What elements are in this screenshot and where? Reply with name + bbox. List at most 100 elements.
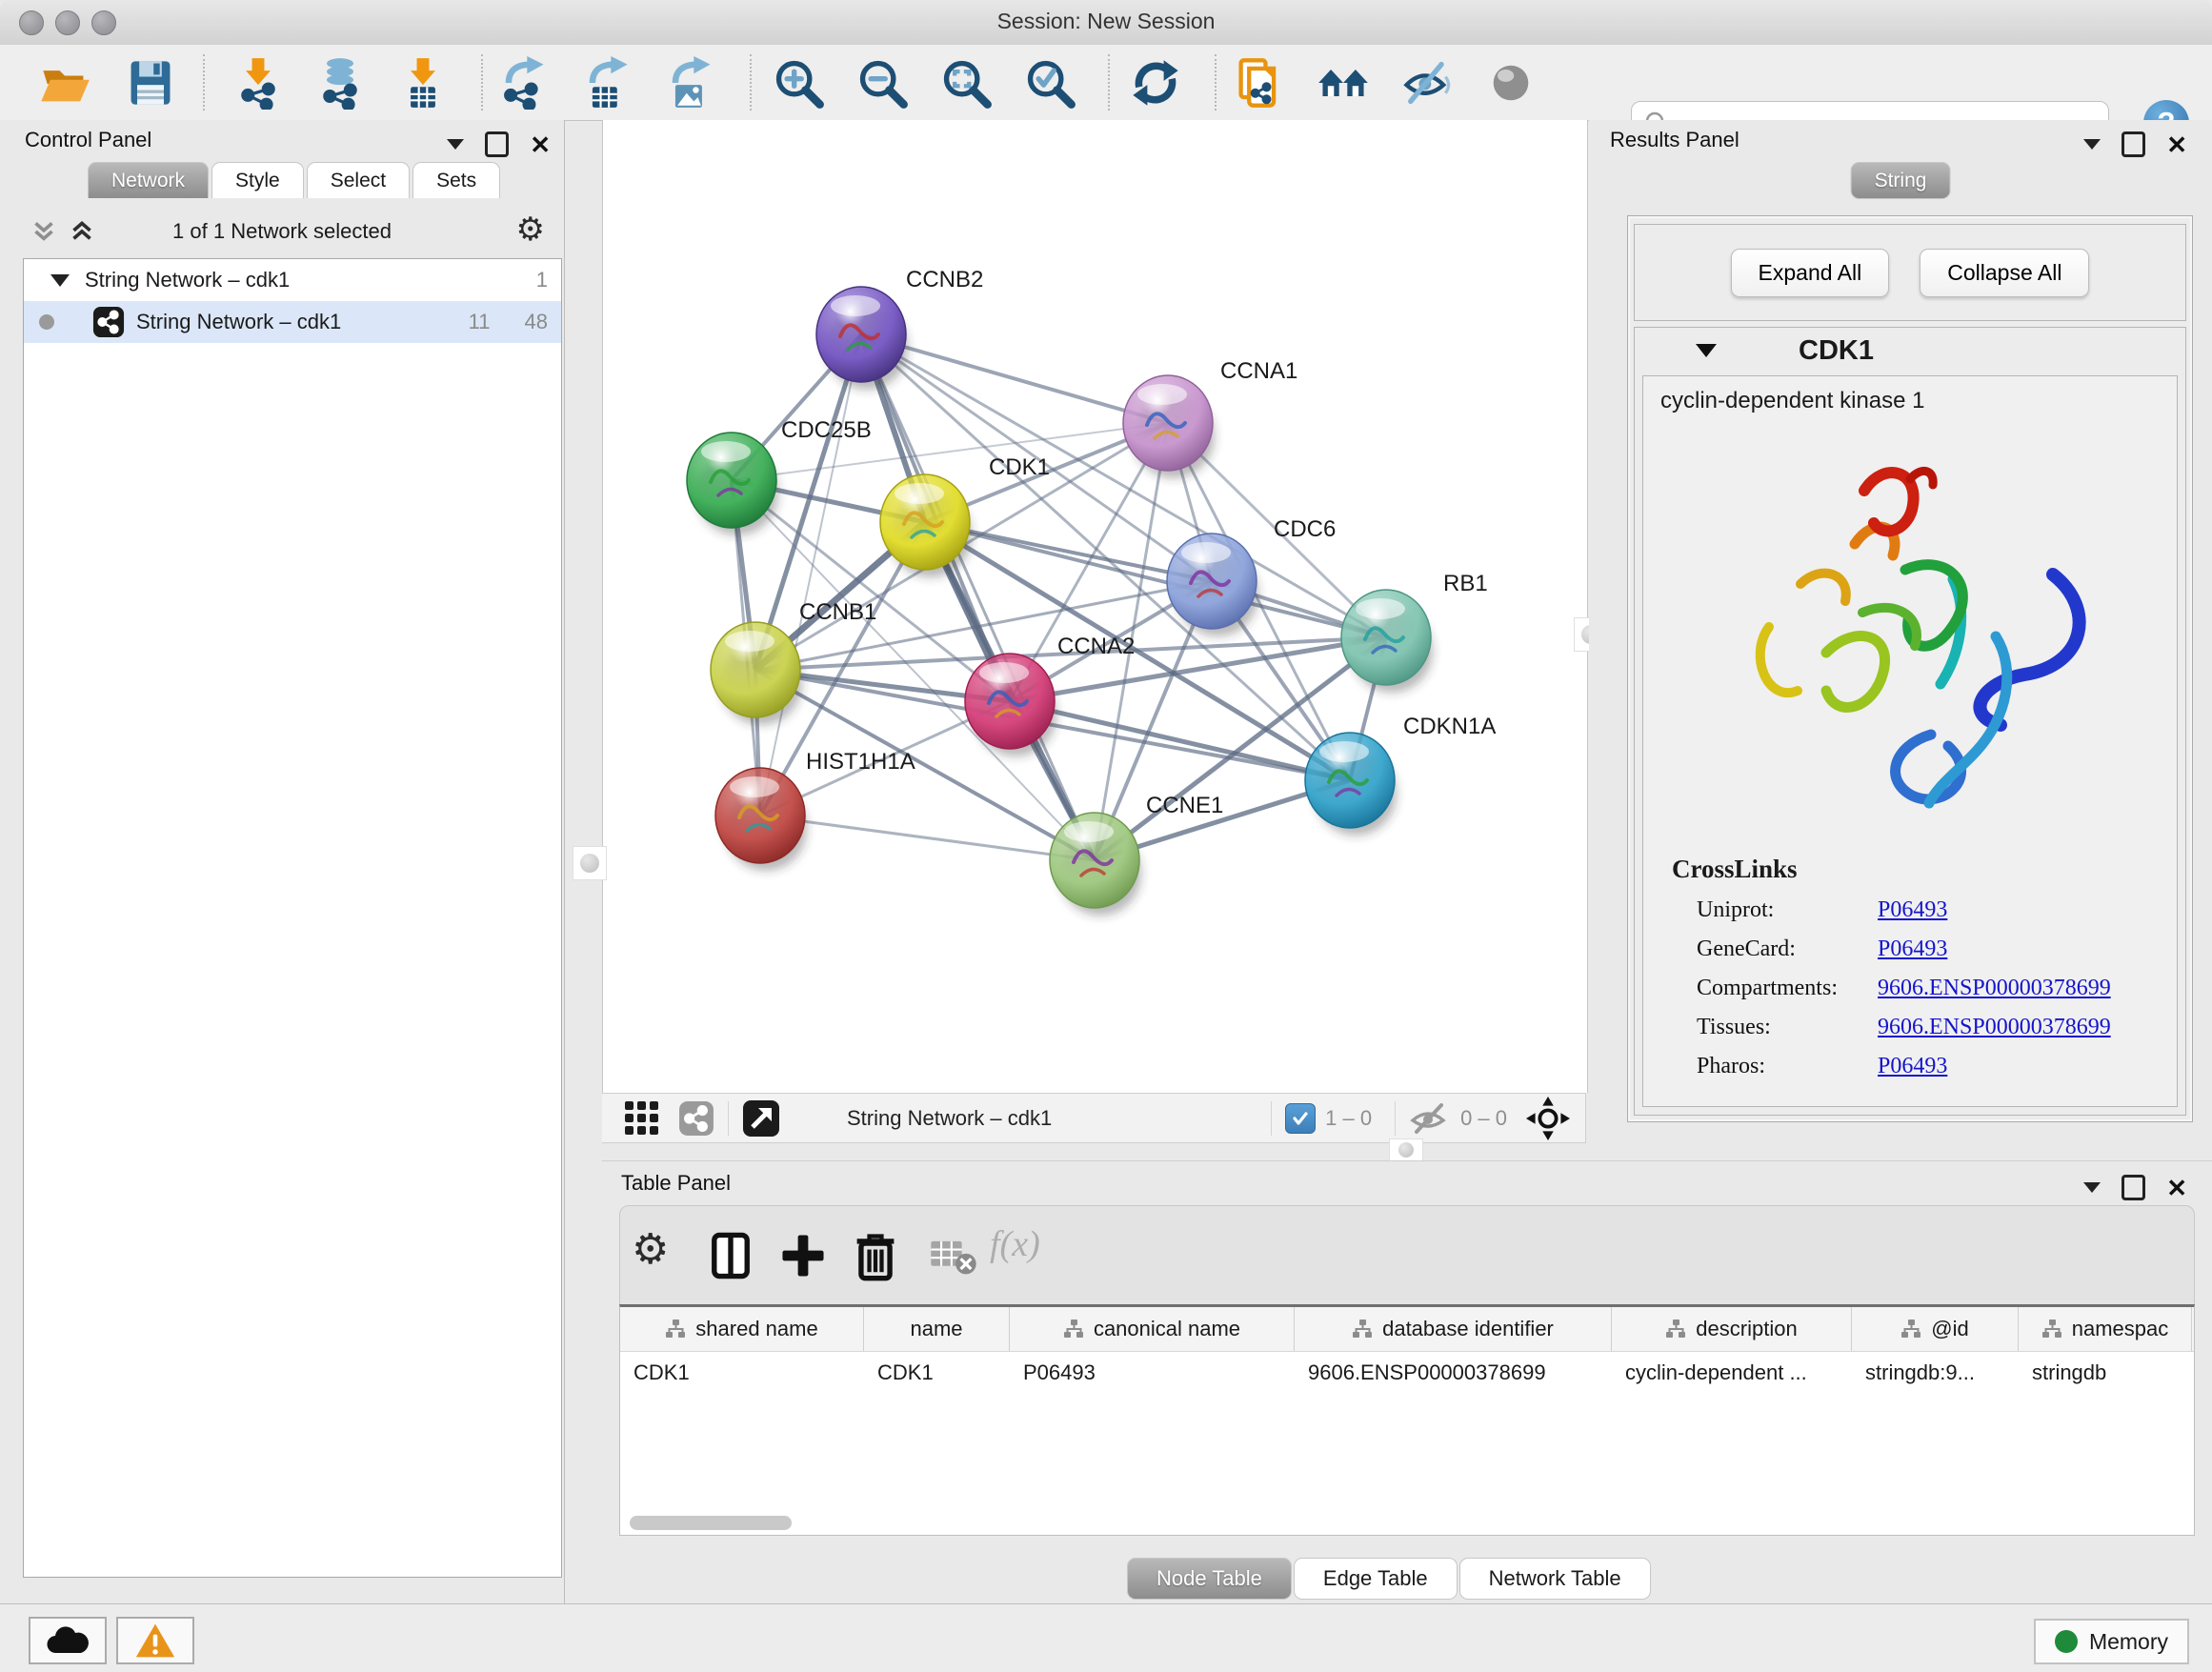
- table-cell[interactable]: CDK1: [864, 1352, 1010, 1394]
- tab-edge-table[interactable]: Edge Table: [1294, 1558, 1458, 1600]
- network-node-CCNB1[interactable]: [711, 622, 802, 725]
- open-session-button[interactable]: [38, 56, 91, 110]
- export-table-button[interactable]: [580, 56, 633, 110]
- network-node-CDC25B[interactable]: [687, 433, 778, 535]
- crosslink-link[interactable]: P06493: [1878, 937, 1947, 962]
- refresh-button[interactable]: [1129, 56, 1182, 110]
- column-header-name[interactable]: name: [864, 1307, 1010, 1351]
- network-node-label: CCNA2: [1057, 634, 1135, 659]
- delete-table-icon[interactable]: [927, 1229, 980, 1282]
- results-panel-close-icon[interactable]: ✕: [2166, 132, 2187, 157]
- table-cell[interactable]: stringdb:9...: [1852, 1352, 2019, 1394]
- crosslink-link[interactable]: P06493: [1878, 1054, 1947, 1079]
- control-panel-maximize-icon[interactable]: [485, 131, 509, 157]
- table-panel-maximize-icon[interactable]: [2122, 1175, 2145, 1200]
- tab-select[interactable]: Select: [307, 162, 410, 198]
- zoom-fit-button[interactable]: [939, 56, 993, 110]
- column-header-database-identifier[interactable]: database identifier: [1295, 1307, 1612, 1351]
- network-node-label: CDC25B: [781, 417, 872, 443]
- home-networks-button[interactable]: [1317, 56, 1370, 110]
- horizontal-splitter-handle[interactable]: [1389, 1138, 1423, 1161]
- network-edge-CCNB2-CCNE1[interactable]: [861, 334, 1095, 860]
- table-cell[interactable]: stringdb: [2019, 1352, 2192, 1394]
- network-node-CCNB2[interactable]: [816, 287, 908, 390]
- gene-section-header[interactable]: CDK1: [1635, 328, 2185, 373]
- network-edge-CCNA2-CDKN1A[interactable]: [1010, 701, 1350, 780]
- network-node-CCNA1[interactable]: [1123, 375, 1215, 478]
- network-node-RB1[interactable]: [1341, 590, 1433, 693]
- control-panel-float-icon[interactable]: [447, 139, 464, 150]
- save-session-button[interactable]: [124, 56, 177, 110]
- table-row[interactable]: CDK1CDK1P064939606.ENSP00000378699cyclin…: [620, 1352, 2194, 1394]
- network-view-share-icon[interactable]: [678, 1100, 714, 1137]
- network-node-CCNE1[interactable]: [1050, 813, 1141, 916]
- level-of-detail-button[interactable]: [1484, 56, 1538, 110]
- export-network-button[interactable]: [496, 56, 550, 110]
- column-header--id[interactable]: @id: [1852, 1307, 2019, 1351]
- import-table-button[interactable]: [396, 56, 450, 110]
- warnings-button[interactable]: [116, 1617, 194, 1664]
- network-edge-CCNB2-HIST1H1A[interactable]: [760, 334, 861, 816]
- network-node-CDK1[interactable]: [880, 474, 972, 577]
- memory-button[interactable]: Memory: [2034, 1619, 2189, 1664]
- results-panel-float-icon[interactable]: [2083, 139, 2101, 150]
- import-network-button[interactable]: [231, 56, 285, 110]
- hidden-elements-eye-icon[interactable]: [1409, 1101, 1451, 1136]
- tab-node-table[interactable]: Node Table: [1127, 1558, 1292, 1600]
- import-network-from-database-button[interactable]: [313, 56, 367, 110]
- vertical-splitter-handle[interactable]: [573, 846, 607, 880]
- expand-all-button[interactable]: Expand All: [1731, 249, 1890, 297]
- tab-network-table[interactable]: Network Table: [1459, 1558, 1651, 1600]
- table-cell[interactable]: 9606.ENSP00000378699: [1295, 1352, 1612, 1394]
- table-panel-float-icon[interactable]: [2083, 1182, 2101, 1193]
- network-node-CDKN1A[interactable]: [1305, 733, 1397, 836]
- table-horizontal-scrollbar[interactable]: [630, 1516, 792, 1530]
- collection-expander-icon[interactable]: [50, 274, 70, 287]
- string-document-button[interactable]: [1233, 56, 1286, 110]
- selected-indicator-checkbox[interactable]: [1285, 1103, 1316, 1134]
- table-cell[interactable]: P06493: [1010, 1352, 1295, 1394]
- delete-column-trash-icon[interactable]: [849, 1229, 902, 1282]
- crosslink-link[interactable]: 9606.ENSP00000378699: [1878, 1015, 2111, 1040]
- tab-sets[interactable]: Sets: [412, 162, 500, 198]
- cloud-status-button[interactable]: [29, 1617, 107, 1664]
- table-tabs: Node Table Edge Table Network Table: [1127, 1558, 1651, 1600]
- tab-string-results[interactable]: String: [1851, 162, 1951, 199]
- network-node-HIST1H1A[interactable]: [715, 768, 807, 871]
- export-image-button[interactable]: [663, 56, 716, 110]
- column-header-description[interactable]: description: [1612, 1307, 1852, 1351]
- network-node-CCNA2[interactable]: [965, 654, 1056, 756]
- zoom-selected-button[interactable]: [1023, 56, 1076, 110]
- table-panel-close-icon[interactable]: ✕: [2166, 1176, 2187, 1200]
- show-columns-icon[interactable]: [704, 1229, 757, 1282]
- bird-view-crosshair-icon[interactable]: [1526, 1097, 1570, 1140]
- column-header-namespac[interactable]: namespac: [2019, 1307, 2192, 1351]
- column-header-shared-name[interactable]: shared name: [620, 1307, 864, 1351]
- network-canvas[interactable]: CCNB2CCNA1CDC25BCDK1CDC6RB1CCNB1CCNA2CDK…: [602, 120, 1588, 1093]
- grid-view-icon[interactable]: [623, 1099, 661, 1138]
- network-options-gear-icon[interactable]: ⚙: [516, 213, 545, 246]
- collection-label: String Network – cdk1: [85, 268, 290, 292]
- column-header-canonical-name[interactable]: canonical name: [1010, 1307, 1295, 1351]
- network-collection-row[interactable]: String Network – cdk1 1: [24, 259, 561, 301]
- network-edge-CCNE1-HIST1H1A[interactable]: [760, 816, 1095, 860]
- zoom-out-button[interactable]: [855, 56, 909, 110]
- tab-network[interactable]: Network: [88, 162, 209, 198]
- control-panel-close-icon[interactable]: ✕: [530, 132, 551, 157]
- crosslink-link[interactable]: 9606.ENSP00000378699: [1878, 976, 2111, 1001]
- section-expander-icon[interactable]: [1696, 344, 1717, 357]
- function-builder-icon[interactable]: f(x): [990, 1223, 1040, 1277]
- table-cell[interactable]: CDK1: [620, 1352, 864, 1394]
- table-cell[interactable]: cyclin-dependent ...: [1612, 1352, 1852, 1394]
- zoom-in-button[interactable]: [772, 56, 825, 110]
- add-column-icon[interactable]: [776, 1229, 830, 1282]
- detach-view-icon[interactable]: [742, 1099, 780, 1138]
- results-panel-maximize-icon[interactable]: [2122, 131, 2145, 157]
- hide-graphics-details-button[interactable]: [1400, 56, 1454, 110]
- table-settings-gear-icon[interactable]: ⚙: [632, 1229, 685, 1282]
- network-node-CDC6[interactable]: [1167, 534, 1258, 636]
- tab-style[interactable]: Style: [211, 162, 304, 198]
- crosslink-link[interactable]: P06493: [1878, 897, 1947, 923]
- network-row[interactable]: String Network – cdk1 11 48: [24, 301, 561, 343]
- collapse-all-button[interactable]: Collapse All: [1920, 249, 2089, 297]
